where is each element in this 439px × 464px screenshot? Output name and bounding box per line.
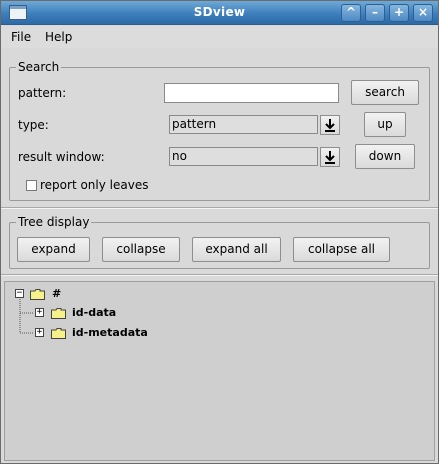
collapse-node-icon[interactable]: −	[15, 289, 24, 298]
report-only-leaves-label: report only leaves	[40, 178, 149, 192]
down-button[interactable]: down	[355, 144, 415, 169]
search-button[interactable]: search	[351, 80, 419, 105]
sdview-window: SDview ^ – + × File Help Search pattern:…	[0, 0, 439, 464]
title-bar[interactable]: SDview ^ – + ×	[1, 1, 438, 25]
type-select[interactable]: pattern	[169, 115, 318, 134]
tree-node-label: #	[52, 287, 62, 300]
menu-file[interactable]: File	[11, 30, 31, 44]
tree-display-group-title: Tree display	[16, 214, 92, 230]
report-only-leaves-checkbox[interactable]	[26, 180, 37, 191]
folder-icon	[30, 289, 45, 300]
expand-node-icon[interactable]: +	[35, 328, 44, 337]
arrow-down-icon	[325, 151, 335, 164]
result-window-dropdown-button[interactable]	[320, 147, 340, 167]
pattern-input[interactable]	[164, 83, 339, 103]
collapse-all-button[interactable]: collapse all	[293, 237, 390, 262]
expand-button[interactable]: expand	[17, 237, 90, 262]
type-dropdown-button[interactable]	[320, 115, 340, 135]
separator	[1, 274, 438, 276]
pattern-label: pattern:	[18, 86, 67, 100]
shade-button[interactable]: ^	[341, 4, 361, 22]
tree-view[interactable]: − # + id-data + id-metadata	[4, 281, 435, 461]
arrow-down-icon	[325, 119, 335, 132]
type-label: type:	[18, 118, 49, 132]
expand-node-icon[interactable]: +	[35, 308, 44, 317]
menu-help[interactable]: Help	[45, 30, 72, 44]
result-window-select[interactable]: no	[169, 147, 318, 166]
collapse-button[interactable]: collapse	[102, 237, 180, 262]
search-group-title: Search	[16, 59, 62, 75]
maximize-button[interactable]: +	[389, 4, 409, 22]
tree-node-label: id-metadata	[72, 326, 148, 339]
up-button[interactable]: up	[364, 112, 406, 137]
folder-icon	[51, 328, 66, 339]
folder-icon	[51, 308, 66, 319]
tree-node-root[interactable]: − #	[5, 287, 205, 303]
menu-bar: File Help	[1, 26, 438, 48]
expand-all-button[interactable]: expand all	[192, 237, 281, 262]
tree-node-id-metadata[interactable]: + id-metadata	[5, 326, 255, 342]
tree-node-label: id-data	[72, 306, 117, 319]
separator	[1, 207, 438, 209]
minimize-button[interactable]: –	[365, 4, 385, 22]
tree-node-id-data[interactable]: + id-data	[5, 306, 255, 322]
result-window-label: result window:	[18, 150, 105, 164]
close-button[interactable]: ×	[413, 4, 433, 22]
